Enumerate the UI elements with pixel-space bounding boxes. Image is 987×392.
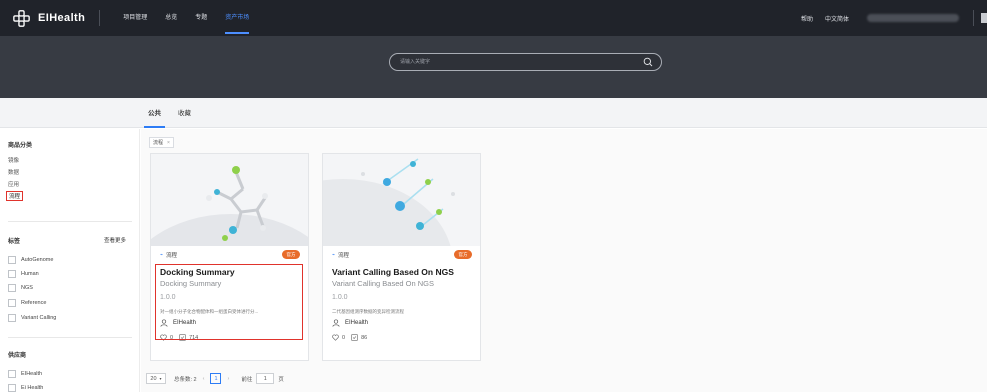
eihealth-logo-icon	[13, 9, 30, 27]
asset-name[interactable]: Variant Calling Based On NGS	[332, 267, 454, 277]
asset-card[interactable]: ⌁ 流程 官方 Variant Calling Based On NGS Var…	[322, 153, 481, 361]
tab-public[interactable]: 公共	[144, 107, 165, 128]
view-more-link[interactable]: 查看更多	[104, 236, 126, 244]
molecule-illustration	[151, 154, 308, 246]
user-icon	[332, 319, 340, 327]
checkbox[interactable]	[8, 284, 16, 292]
nav-divider	[973, 10, 974, 26]
provider-checkbox[interactable]: Ei Health	[8, 384, 43, 392]
provider-checkbox[interactable]: EIHealth	[8, 370, 42, 378]
nav-item-project[interactable]: 项目管理	[123, 0, 147, 36]
tab-favorites[interactable]: 收藏	[178, 107, 191, 117]
tag-label: Reference	[21, 300, 47, 306]
nav-item-overview[interactable]: 总览	[165, 0, 177, 36]
asset-type: ⌁ 流程	[332, 251, 349, 259]
tag-checkbox[interactable]: Variant Calling	[8, 314, 56, 322]
current-page[interactable]: 1	[210, 373, 222, 384]
goto-prefix: 前往	[241, 376, 253, 383]
provider-label: Ei Health	[21, 385, 44, 391]
user-account-blurred[interactable]	[867, 14, 959, 22]
tag-label: AutoGenome	[21, 257, 54, 263]
chevron-down-icon: ▾	[159, 376, 162, 381]
asset-type-label: 流程	[338, 253, 350, 259]
tags-title: 标签	[8, 239, 21, 245]
usage-icon	[351, 334, 358, 341]
nav-right: 帮助 中文简体	[801, 0, 987, 36]
checkbox[interactable]	[8, 270, 16, 278]
asset-version: 1.0.0	[332, 294, 348, 301]
main-nav: 项目管理 总览 专题 资产市场	[123, 0, 267, 36]
asset-type-label: 流程	[166, 253, 178, 259]
sidebar-divider	[8, 337, 132, 338]
like-count: 0	[342, 334, 346, 341]
category-workflow[interactable]: 流程	[6, 191, 24, 201]
category-title: 商品分类	[8, 143, 33, 149]
usage-count: 86	[361, 334, 368, 341]
asset-description: 二代基因组测序数据的变异检测流程	[332, 309, 404, 314]
search-icon[interactable]	[643, 57, 653, 67]
asset-stats: 0 86	[332, 334, 367, 341]
checkbox[interactable]	[8, 299, 16, 307]
nav-item-topics[interactable]: 专题	[195, 0, 207, 36]
goto-page-input[interactable]: 1	[256, 373, 275, 384]
language-switch[interactable]: 中文简体	[825, 14, 849, 23]
help-link[interactable]: 帮助	[801, 14, 813, 23]
workflow-icon: ⌁	[160, 252, 164, 258]
tag-checkbox[interactable]: Reference	[8, 299, 46, 307]
checkbox[interactable]	[8, 314, 16, 322]
dna-illustration	[323, 154, 480, 246]
pagination: 20 ▾ 总条数: 2 ‹ 1 › 前往 1 页	[146, 373, 284, 384]
tag-checkbox[interactable]: NGS	[8, 284, 33, 292]
total-count: 总条数: 2	[174, 376, 197, 383]
brand-name: EIHealth	[38, 12, 86, 24]
tag-label: Human	[21, 271, 39, 277]
top-nav: EIHealth 项目管理 总览 专题 资产市场 帮助 中文简体	[0, 0, 987, 36]
filter-tag-label: 流程	[153, 140, 164, 146]
next-page-icon[interactable]: ›	[227, 376, 229, 382]
provider-label: EIHealth	[21, 371, 43, 377]
official-badge: 官方	[282, 250, 300, 259]
category-data[interactable]: 数据	[8, 168, 19, 176]
official-badge: 官方	[454, 250, 472, 259]
goto-suffix: 页	[278, 376, 284, 383]
checkbox[interactable]	[8, 370, 16, 378]
asset-type: ⌁ 流程	[160, 251, 177, 259]
asset-list: 流程 × ⌁ 流程 官方 Docking Summary Docking Sum…	[141, 129, 987, 392]
checkbox[interactable]	[8, 256, 16, 264]
filter-sidebar: 商品分类 镜像 数据 应用 流程 标签 查看更多 AutoGenome Huma…	[0, 129, 140, 392]
sidebar-divider	[8, 221, 132, 222]
tag-checkbox[interactable]: AutoGenome	[8, 256, 53, 264]
asset-subtitle: Variant Calling Based On NGS	[332, 279, 434, 288]
asset-provider: EIHealth	[332, 319, 368, 327]
page-size-select[interactable]: 20 ▾	[146, 373, 166, 384]
highlight-box	[155, 264, 303, 340]
active-filter-tag[interactable]: 流程 ×	[149, 137, 174, 148]
search-input[interactable]: 请输入关键字	[389, 53, 662, 71]
prev-page-icon[interactable]: ‹	[203, 376, 205, 382]
providers-title: 供应商	[8, 353, 27, 359]
nav-divider	[99, 10, 101, 26]
page-size-value: 20	[150, 375, 157, 382]
search-placeholder: 请输入关键字	[400, 59, 431, 65]
heart-icon[interactable]	[332, 334, 339, 341]
tag-label: Variant Calling	[21, 315, 57, 321]
checkbox[interactable]	[8, 384, 16, 392]
tag-checkbox[interactable]: Human	[8, 270, 39, 278]
close-icon[interactable]: ×	[167, 140, 170, 146]
category-app[interactable]: 应用	[8, 180, 19, 188]
workflow-icon: ⌁	[332, 252, 336, 258]
tabs-bar: 公共 收藏	[0, 98, 987, 128]
hero-banner: 请输入关键字	[0, 36, 987, 98]
message-icon[interactable]	[981, 13, 987, 23]
nav-item-asset-market[interactable]: 资产市场	[225, 0, 250, 36]
tag-label: NGS	[21, 285, 33, 291]
brand-logo[interactable]: EIHealth	[13, 0, 101, 36]
provider-name: EIHealth	[345, 320, 369, 326]
category-image[interactable]: 镜像	[8, 156, 19, 164]
